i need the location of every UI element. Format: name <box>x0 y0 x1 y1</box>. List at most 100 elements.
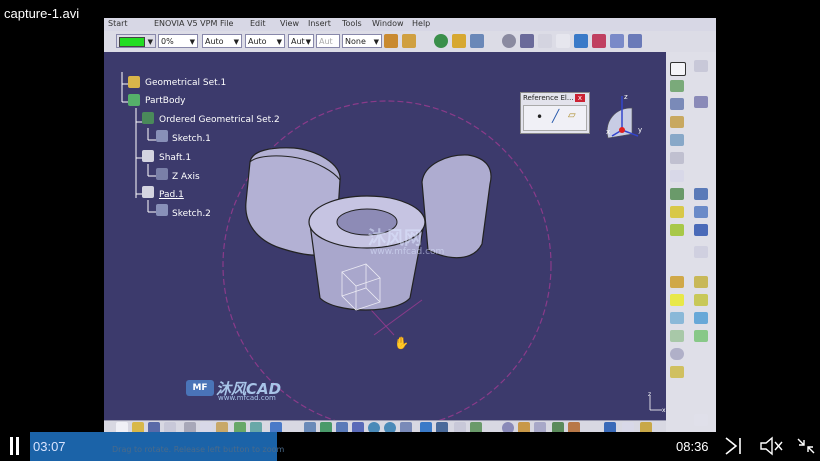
transparency-dropdown[interactable]: 0% ▼ <box>158 34 198 48</box>
layer-value-1: Aut <box>319 37 333 46</box>
tree-item-sketch-1[interactable]: Sketch.1 <box>172 134 211 144</box>
menu-item-enovia[interactable]: ENOVIA V5 VPM <box>154 19 217 28</box>
assemble-icon[interactable] <box>670 330 684 342</box>
settings-icon[interactable] <box>694 60 708 72</box>
split-icon[interactable] <box>694 276 708 288</box>
line-weight-dropdown[interactable]: Auto ▼ <box>202 34 242 48</box>
pad-icon <box>142 186 154 198</box>
axis-icon[interactable] <box>538 34 552 48</box>
geometrical-set-icon <box>128 76 140 88</box>
painter-icon[interactable] <box>384 34 398 48</box>
tree-item-pad[interactable]: Pad.1 <box>159 190 184 200</box>
menu-item-window[interactable]: Window <box>372 19 404 28</box>
scale-feature-icon[interactable] <box>694 246 708 258</box>
slot-icon[interactable] <box>670 170 684 182</box>
rib-icon[interactable] <box>670 152 684 164</box>
tree-item-ordered-set[interactable]: Ordered Geometrical Set.2 <box>159 115 280 125</box>
mirror-icon[interactable] <box>694 206 708 218</box>
list-icon[interactable] <box>610 34 624 48</box>
scale-icon[interactable] <box>556 34 570 48</box>
spiral-icon[interactable] <box>502 34 516 48</box>
menu-item-insert[interactable]: Insert <box>308 19 331 28</box>
ordered-set-icon <box>142 112 154 124</box>
draft-icon[interactable] <box>694 312 708 324</box>
chevron-down-icon: ▼ <box>305 38 311 46</box>
menu-item-tools[interactable]: Tools <box>342 19 362 28</box>
part-design-toolbar <box>666 52 716 436</box>
hole-icon[interactable] <box>670 134 684 146</box>
tree-item-z-axis[interactable]: Z Axis <box>172 172 200 182</box>
sketch-icon <box>156 130 168 142</box>
compass-y-label: y <box>638 126 642 134</box>
thickness-icon[interactable] <box>670 276 684 288</box>
pocket-icon[interactable] <box>670 98 684 110</box>
right-wing <box>421 154 492 259</box>
close-surface-icon[interactable] <box>670 294 684 306</box>
point-icon[interactable]: • <box>536 110 543 124</box>
point-type-dropdown[interactable]: Aut ▼ <box>288 34 314 48</box>
chamfer-icon[interactable] <box>670 224 684 236</box>
fillet-icon[interactable] <box>670 206 684 218</box>
dimension-icon[interactable] <box>574 34 588 48</box>
line-type-value: Auto <box>248 37 267 46</box>
menu-item-help[interactable]: Help <box>412 19 430 28</box>
point-type-value: Aut <box>291 37 305 46</box>
volume-icon[interactable] <box>758 436 784 456</box>
shaft-icon <box>142 150 154 162</box>
line-icon[interactable]: ╱ <box>552 109 559 123</box>
plane-icon[interactable]: ▱ <box>568 110 576 121</box>
transparency-value: 0% <box>161 37 174 46</box>
pause-icon-bar-1[interactable] <box>10 437 13 455</box>
properties-toolbar: ▼ 0% ▼ Auto ▼ Auto ▼ Aut ▼ Aut None ▼ <box>104 31 716 53</box>
transform-icon[interactable] <box>694 188 708 200</box>
constraint-icon[interactable] <box>670 348 684 360</box>
tree-item-geometrical-set[interactable]: Geometrical Set.1 <box>145 78 226 88</box>
hand-cursor-icon: ✋ <box>394 336 409 350</box>
eraser-icon[interactable] <box>628 34 642 48</box>
compass-widget[interactable]: z y x <box>602 90 644 140</box>
globe-icon[interactable] <box>434 34 448 48</box>
menu-item-edit[interactable]: Edit <box>250 19 266 28</box>
close-button[interactable]: x <box>575 94 585 102</box>
time-total: 08:36 <box>676 439 709 454</box>
sketch-icon <box>156 204 168 216</box>
add-icon[interactable] <box>694 330 708 342</box>
tree-item-partbody[interactable]: PartBody <box>145 96 186 106</box>
menu-bar: Start ENOVIA V5 VPM File Edit View Inser… <box>104 18 716 31</box>
stiffener-icon[interactable] <box>670 188 684 200</box>
pad-feature-icon[interactable] <box>670 80 684 92</box>
compass-x-label: x <box>606 128 610 136</box>
menu-item-file[interactable]: File <box>220 19 233 28</box>
pause-icon[interactable] <box>16 437 19 455</box>
groove-icon[interactable] <box>670 116 684 128</box>
minimize-icon[interactable] <box>796 437 816 455</box>
apply-material-icon[interactable] <box>670 366 684 378</box>
tree-item-sketch-2[interactable]: Sketch.2 <box>172 209 211 219</box>
menu-item-start[interactable]: Start <box>108 19 128 28</box>
gear-icon[interactable] <box>452 34 466 48</box>
chevron-down-icon: ▼ <box>233 38 239 46</box>
tree-item-shaft[interactable]: Shaft.1 <box>159 153 191 163</box>
sew-surface-icon[interactable] <box>694 294 708 306</box>
logo-url: www.mfcad.com <box>218 394 276 402</box>
menu-item-view[interactable]: View <box>280 19 299 28</box>
tree-icon[interactable] <box>470 34 484 48</box>
brush-icon[interactable] <box>402 34 416 48</box>
thick-surface-icon[interactable] <box>670 312 684 324</box>
partbody-icon <box>128 94 140 106</box>
shaft-feature-icon[interactable] <box>694 96 708 108</box>
ref-panel-title: Reference El... <box>523 94 574 102</box>
layer-dropdown-2[interactable]: None ▼ <box>342 34 382 48</box>
sketcher-icon[interactable] <box>670 62 686 76</box>
next-icon[interactable] <box>722 436 744 456</box>
color-dropdown[interactable]: ▼ <box>116 34 156 48</box>
chevron-down-icon: ▼ <box>373 38 379 46</box>
bottom-tool-icon[interactable] <box>694 414 708 426</box>
layer-dropdown-1[interactable]: Aut <box>316 34 340 48</box>
ref-icons-group: • ╱ ▱ <box>523 105 587 131</box>
line-type-dropdown[interactable]: Auto ▼ <box>245 34 285 48</box>
pattern-icon[interactable] <box>694 224 708 236</box>
table-icon[interactable] <box>592 34 606 48</box>
measure-icon[interactable] <box>520 34 534 48</box>
3d-viewport[interactable]: ✋ 沐风网 www.mfcad.com Geometrical Set.1 Pa… <box>104 52 666 420</box>
